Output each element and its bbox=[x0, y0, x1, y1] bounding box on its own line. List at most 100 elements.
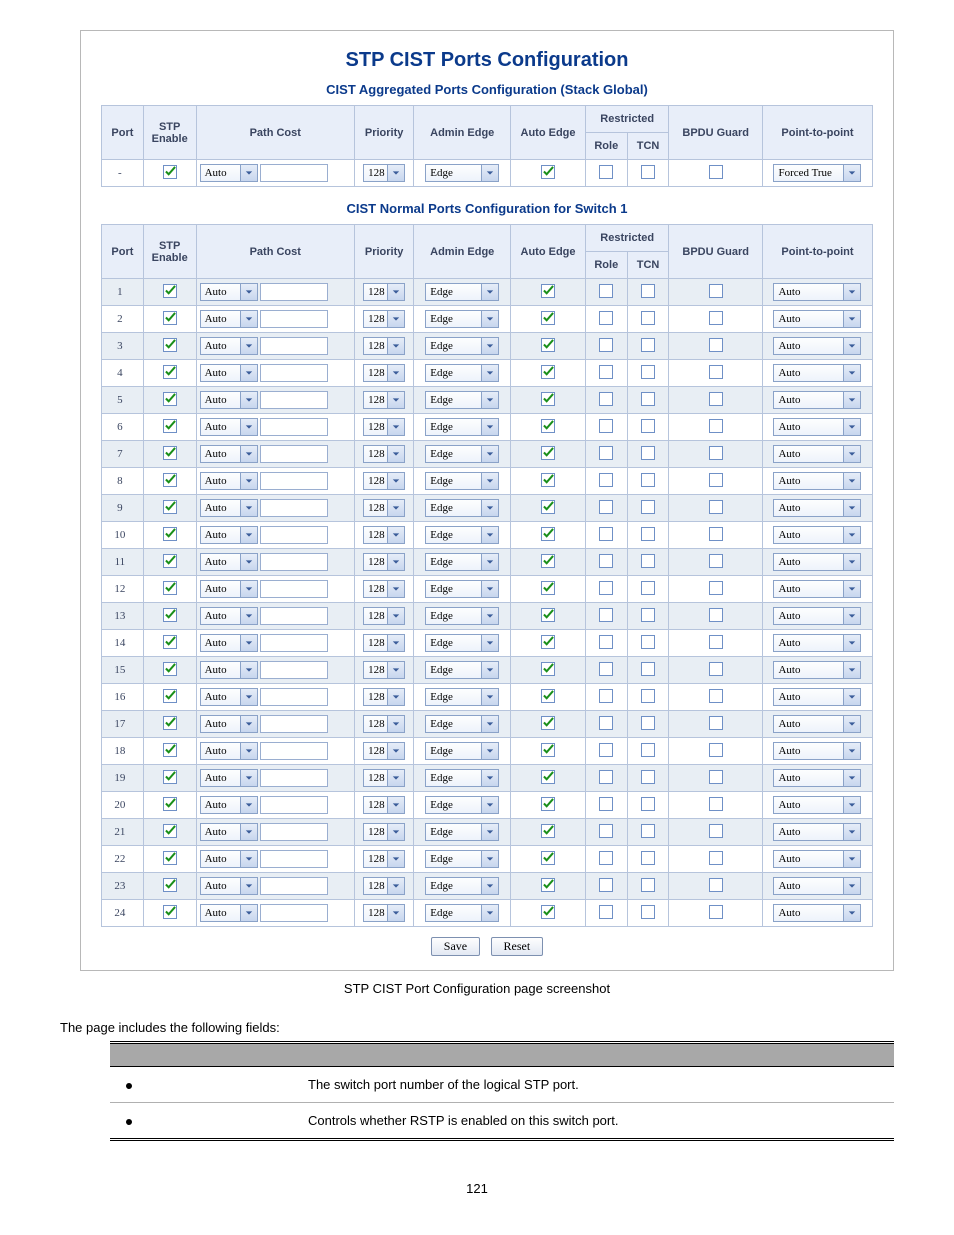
admin-edge-select[interactable]: Edge bbox=[425, 553, 499, 571]
point-to-point-select[interactable]: Auto bbox=[773, 283, 861, 301]
point-to-point-select[interactable]: Auto bbox=[773, 634, 861, 652]
path-cost-value-input[interactable] bbox=[260, 337, 328, 355]
stp-enable-checkbox[interactable] bbox=[163, 878, 177, 892]
point-to-point-select[interactable]: Auto bbox=[773, 445, 861, 463]
restricted-tcn-checkbox[interactable] bbox=[641, 797, 655, 811]
admin-edge-select[interactable]: Edge bbox=[425, 337, 499, 355]
stp-enable-checkbox[interactable] bbox=[163, 905, 177, 919]
path-cost-value-input[interactable] bbox=[260, 796, 328, 814]
path-cost-value-input[interactable] bbox=[260, 553, 328, 571]
path-cost-mode-select[interactable]: Auto bbox=[200, 391, 258, 409]
restricted-tcn-checkbox[interactable] bbox=[641, 365, 655, 379]
admin-edge-select[interactable]: Edge bbox=[425, 580, 499, 598]
path-cost-mode-select[interactable]: Auto bbox=[200, 877, 258, 895]
restricted-tcn-checkbox[interactable] bbox=[641, 311, 655, 325]
priority-select[interactable]: 128 bbox=[363, 472, 405, 490]
point-to-point-select[interactable]: Auto bbox=[773, 310, 861, 328]
restricted-tcn-checkbox[interactable] bbox=[641, 770, 655, 784]
path-cost-mode-select[interactable]: Auto bbox=[200, 164, 258, 182]
path-cost-value-input[interactable] bbox=[260, 850, 328, 868]
restricted-role-checkbox[interactable] bbox=[599, 338, 613, 352]
stp-enable-checkbox[interactable] bbox=[163, 473, 177, 487]
path-cost-mode-select[interactable]: Auto bbox=[200, 553, 258, 571]
priority-select[interactable]: 128 bbox=[363, 877, 405, 895]
restricted-role-checkbox[interactable] bbox=[599, 473, 613, 487]
auto-edge-checkbox[interactable] bbox=[541, 419, 555, 433]
point-to-point-select[interactable]: Auto bbox=[773, 580, 861, 598]
restricted-role-checkbox[interactable] bbox=[599, 500, 613, 514]
path-cost-mode-select[interactable]: Auto bbox=[200, 850, 258, 868]
path-cost-mode-select[interactable]: Auto bbox=[200, 283, 258, 301]
restricted-tcn-checkbox[interactable] bbox=[641, 500, 655, 514]
bpdu-guard-checkbox[interactable] bbox=[709, 716, 723, 730]
auto-edge-checkbox[interactable] bbox=[541, 608, 555, 622]
point-to-point-select[interactable]: Auto bbox=[773, 742, 861, 760]
bpdu-guard-checkbox[interactable] bbox=[709, 284, 723, 298]
priority-select[interactable]: 128 bbox=[363, 769, 405, 787]
point-to-point-select[interactable]: Auto bbox=[773, 769, 861, 787]
priority-select[interactable]: 128 bbox=[363, 283, 405, 301]
restricted-role-checkbox[interactable] bbox=[599, 419, 613, 433]
restricted-tcn-checkbox[interactable] bbox=[641, 165, 655, 179]
admin-edge-select[interactable]: Edge bbox=[425, 769, 499, 787]
priority-select[interactable]: 128 bbox=[363, 445, 405, 463]
restricted-role-checkbox[interactable] bbox=[599, 365, 613, 379]
restricted-tcn-checkbox[interactable] bbox=[641, 392, 655, 406]
restricted-role-checkbox[interactable] bbox=[599, 635, 613, 649]
auto-edge-checkbox[interactable] bbox=[541, 716, 555, 730]
restricted-role-checkbox[interactable] bbox=[599, 581, 613, 595]
path-cost-mode-select[interactable]: Auto bbox=[200, 661, 258, 679]
stp-enable-checkbox[interactable] bbox=[163, 581, 177, 595]
admin-edge-select[interactable]: Edge bbox=[425, 526, 499, 544]
stp-enable-checkbox[interactable] bbox=[163, 851, 177, 865]
auto-edge-checkbox[interactable] bbox=[541, 824, 555, 838]
restricted-role-checkbox[interactable] bbox=[599, 662, 613, 676]
restricted-tcn-checkbox[interactable] bbox=[641, 878, 655, 892]
stp-enable-checkbox[interactable] bbox=[163, 608, 177, 622]
admin-edge-select[interactable]: Edge bbox=[425, 472, 499, 490]
auto-edge-checkbox[interactable] bbox=[541, 689, 555, 703]
admin-edge-select[interactable]: Edge bbox=[425, 850, 499, 868]
point-to-point-select[interactable]: Forced True bbox=[773, 164, 861, 182]
priority-select[interactable]: 128 bbox=[363, 742, 405, 760]
restricted-tcn-checkbox[interactable] bbox=[641, 527, 655, 541]
path-cost-value-input[interactable] bbox=[260, 472, 328, 490]
restricted-tcn-checkbox[interactable] bbox=[641, 608, 655, 622]
priority-select[interactable]: 128 bbox=[363, 715, 405, 733]
bpdu-guard-checkbox[interactable] bbox=[709, 608, 723, 622]
restricted-role-checkbox[interactable] bbox=[599, 689, 613, 703]
restricted-tcn-checkbox[interactable] bbox=[641, 284, 655, 298]
path-cost-mode-select[interactable]: Auto bbox=[200, 337, 258, 355]
admin-edge-select[interactable]: Edge bbox=[425, 499, 499, 517]
admin-edge-select[interactable]: Edge bbox=[425, 634, 499, 652]
auto-edge-checkbox[interactable] bbox=[541, 662, 555, 676]
stp-enable-checkbox[interactable] bbox=[163, 284, 177, 298]
bpdu-guard-checkbox[interactable] bbox=[709, 824, 723, 838]
restricted-tcn-checkbox[interactable] bbox=[641, 473, 655, 487]
path-cost-value-input[interactable] bbox=[260, 310, 328, 328]
path-cost-value-input[interactable] bbox=[260, 634, 328, 652]
auto-edge-checkbox[interactable] bbox=[541, 527, 555, 541]
priority-select[interactable]: 128 bbox=[363, 634, 405, 652]
priority-select[interactable]: 128 bbox=[363, 580, 405, 598]
path-cost-mode-select[interactable]: Auto bbox=[200, 472, 258, 490]
auto-edge-checkbox[interactable] bbox=[541, 743, 555, 757]
stp-enable-checkbox[interactable] bbox=[163, 311, 177, 325]
path-cost-value-input[interactable] bbox=[260, 715, 328, 733]
restricted-role-checkbox[interactable] bbox=[599, 770, 613, 784]
auto-edge-checkbox[interactable] bbox=[541, 554, 555, 568]
stp-enable-checkbox[interactable] bbox=[163, 824, 177, 838]
auto-edge-checkbox[interactable] bbox=[541, 165, 555, 179]
auto-edge-checkbox[interactable] bbox=[541, 635, 555, 649]
bpdu-guard-checkbox[interactable] bbox=[709, 365, 723, 379]
stp-enable-checkbox[interactable] bbox=[163, 527, 177, 541]
path-cost-value-input[interactable] bbox=[260, 164, 328, 182]
auto-edge-checkbox[interactable] bbox=[541, 338, 555, 352]
point-to-point-select[interactable]: Auto bbox=[773, 472, 861, 490]
stp-enable-checkbox[interactable] bbox=[163, 338, 177, 352]
restricted-tcn-checkbox[interactable] bbox=[641, 338, 655, 352]
admin-edge-select[interactable]: Edge bbox=[425, 877, 499, 895]
restricted-tcn-checkbox[interactable] bbox=[641, 581, 655, 595]
path-cost-value-input[interactable] bbox=[260, 364, 328, 382]
path-cost-mode-select[interactable]: Auto bbox=[200, 769, 258, 787]
